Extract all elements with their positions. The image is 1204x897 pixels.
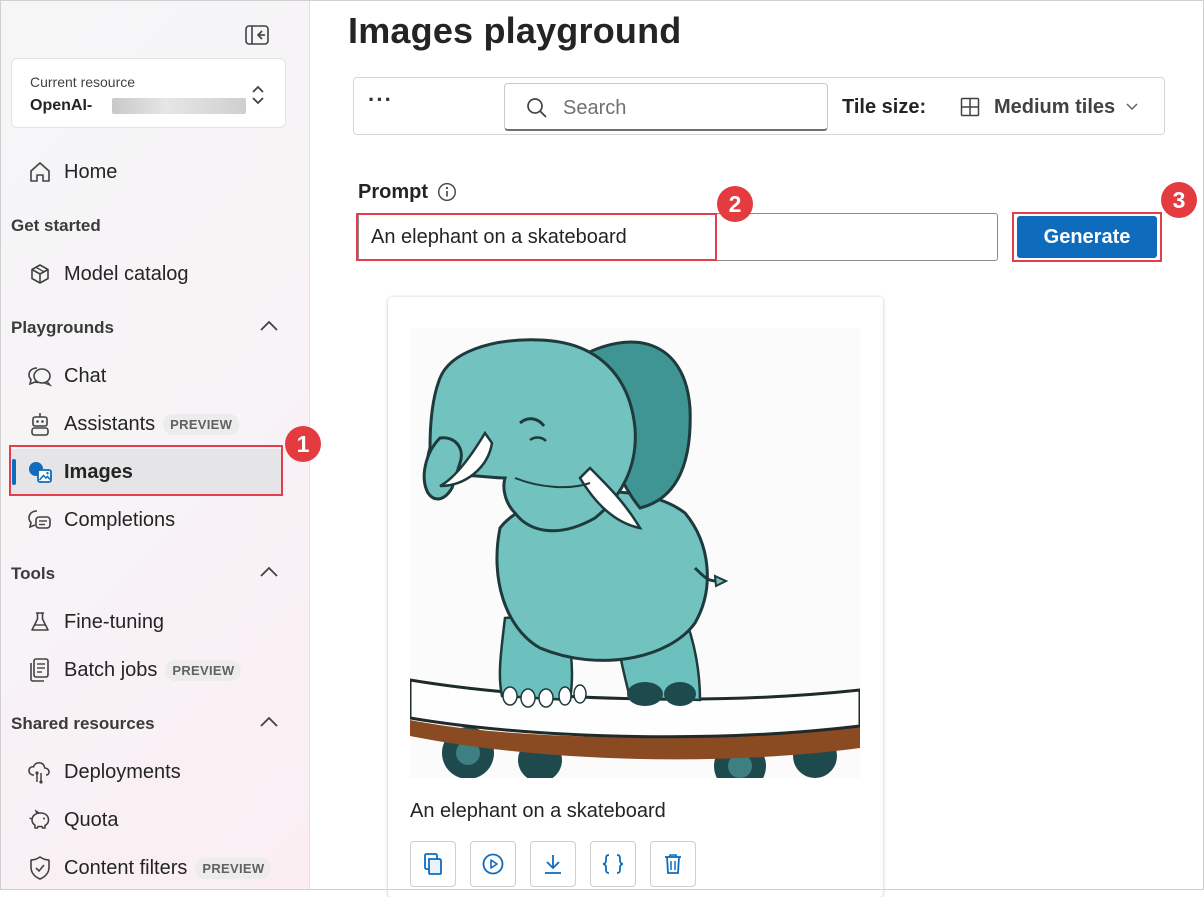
chevron-up-icon[interactable] bbox=[258, 565, 280, 579]
step-marker-1: 1 bbox=[285, 426, 321, 462]
redacted-resource-suffix bbox=[112, 98, 246, 114]
generate-button[interactable]: Generate bbox=[1017, 216, 1157, 258]
resource-selector[interactable]: Current resource OpenAI- bbox=[11, 58, 286, 128]
chevron-updown-icon bbox=[252, 85, 264, 105]
search-icon bbox=[527, 98, 547, 118]
prompt-label: Prompt bbox=[358, 181, 428, 203]
beaker-icon bbox=[26, 608, 54, 636]
sidebar-item-label: Batch jobs bbox=[64, 658, 158, 681]
preview-badge: PREVIEW bbox=[165, 659, 242, 681]
sidebar-item-completions[interactable]: Completions bbox=[11, 497, 281, 543]
more-options-button[interactable]: ··· bbox=[368, 89, 398, 119]
batch-jobs-icon bbox=[26, 656, 54, 684]
play-button[interactable] bbox=[470, 841, 516, 887]
play-circle-icon bbox=[482, 853, 504, 875]
sidebar-item-label: Content filters bbox=[64, 856, 188, 879]
sidebar-item-label: Deployments bbox=[64, 760, 181, 783]
sidebar-item-label: Fine-tuning bbox=[64, 610, 165, 633]
sidebar-item-assistants[interactable]: Assistants PREVIEW bbox=[11, 401, 281, 447]
section-tools: Tools bbox=[11, 564, 56, 583]
bot-icon bbox=[26, 410, 54, 438]
toolbar: ··· Tile size: Medium tiles bbox=[353, 77, 1165, 135]
piggy-bank-icon bbox=[26, 806, 54, 834]
section-shared-resources: Shared resources bbox=[11, 714, 155, 733]
home-icon bbox=[26, 158, 54, 186]
completions-icon bbox=[26, 506, 54, 534]
images-icon bbox=[26, 458, 54, 486]
section-get-started: Get started bbox=[11, 216, 101, 235]
sidebar-item-quota[interactable]: Quota bbox=[11, 797, 281, 843]
page-title: Images playground bbox=[348, 10, 682, 51]
image-caption: An elephant on a skateboard bbox=[410, 800, 666, 822]
chevron-up-icon[interactable] bbox=[258, 319, 280, 333]
active-indicator bbox=[12, 459, 16, 485]
section-playgrounds: Playgrounds bbox=[11, 318, 114, 337]
trash-icon bbox=[665, 854, 681, 874]
sidebar-item-chat[interactable]: Chat bbox=[11, 353, 281, 399]
delete-button[interactable] bbox=[650, 841, 696, 887]
cube-icon bbox=[26, 260, 54, 288]
prompt-input[interactable] bbox=[358, 213, 998, 261]
sidebar-item-label: Chat bbox=[64, 364, 107, 387]
tile-size-label: Tile size: bbox=[842, 96, 927, 118]
preview-badge: PREVIEW bbox=[163, 413, 240, 435]
chat-icon bbox=[26, 362, 54, 390]
shield-check-icon bbox=[26, 854, 54, 882]
sidebar: Current resource OpenAI- Home Get starte… bbox=[0, 0, 310, 890]
search-input[interactable] bbox=[561, 94, 815, 122]
chevron-down-icon bbox=[1126, 103, 1138, 111]
resource-label: Current resource bbox=[30, 74, 136, 90]
step-marker-2: 2 bbox=[717, 186, 753, 222]
deployments-icon bbox=[26, 758, 54, 786]
code-braces-icon bbox=[602, 854, 624, 874]
sidebar-item-label: Quota bbox=[64, 808, 119, 831]
generated-image-card: An elephant on a skateboard bbox=[388, 297, 883, 897]
grid-icon bbox=[960, 97, 980, 117]
sidebar-item-label: Assistants bbox=[64, 412, 156, 435]
sidebar-item-label: Images bbox=[64, 460, 133, 483]
copy-icon bbox=[424, 853, 442, 875]
sidebar-item-deployments[interactable]: Deployments bbox=[11, 749, 281, 795]
copy-button[interactable] bbox=[410, 841, 456, 887]
step-marker-3: 3 bbox=[1161, 182, 1197, 218]
download-button[interactable] bbox=[530, 841, 576, 887]
resource-name: OpenAI- bbox=[30, 97, 93, 114]
download-icon bbox=[545, 855, 561, 874]
sidebar-item-label: Model catalog bbox=[64, 262, 189, 285]
info-icon[interactable] bbox=[437, 182, 457, 202]
sidebar-item-home[interactable]: Home bbox=[11, 149, 281, 195]
generated-image[interactable] bbox=[408, 328, 862, 792]
sidebar-item-images[interactable]: Images bbox=[11, 449, 281, 495]
sidebar-item-fine-tuning[interactable]: Fine-tuning bbox=[11, 599, 281, 645]
tile-size-dropdown[interactable]: Medium tiles bbox=[958, 86, 1148, 128]
sidebar-item-batch-jobs[interactable]: Batch jobs PREVIEW bbox=[11, 647, 281, 693]
collapse-sidebar-icon[interactable] bbox=[244, 24, 270, 46]
tile-size-value: Medium tiles bbox=[994, 95, 1116, 118]
sidebar-item-label: Completions bbox=[64, 508, 176, 531]
sidebar-item-model-catalog[interactable]: Model catalog bbox=[11, 251, 281, 297]
preview-badge: PREVIEW bbox=[195, 857, 272, 879]
sidebar-item-label: Home bbox=[64, 160, 118, 183]
search-box[interactable] bbox=[504, 83, 828, 131]
chevron-up-icon[interactable] bbox=[258, 715, 280, 729]
view-json-button[interactable] bbox=[590, 841, 636, 887]
sidebar-item-content-filters[interactable]: Content filters PREVIEW bbox=[11, 845, 281, 891]
